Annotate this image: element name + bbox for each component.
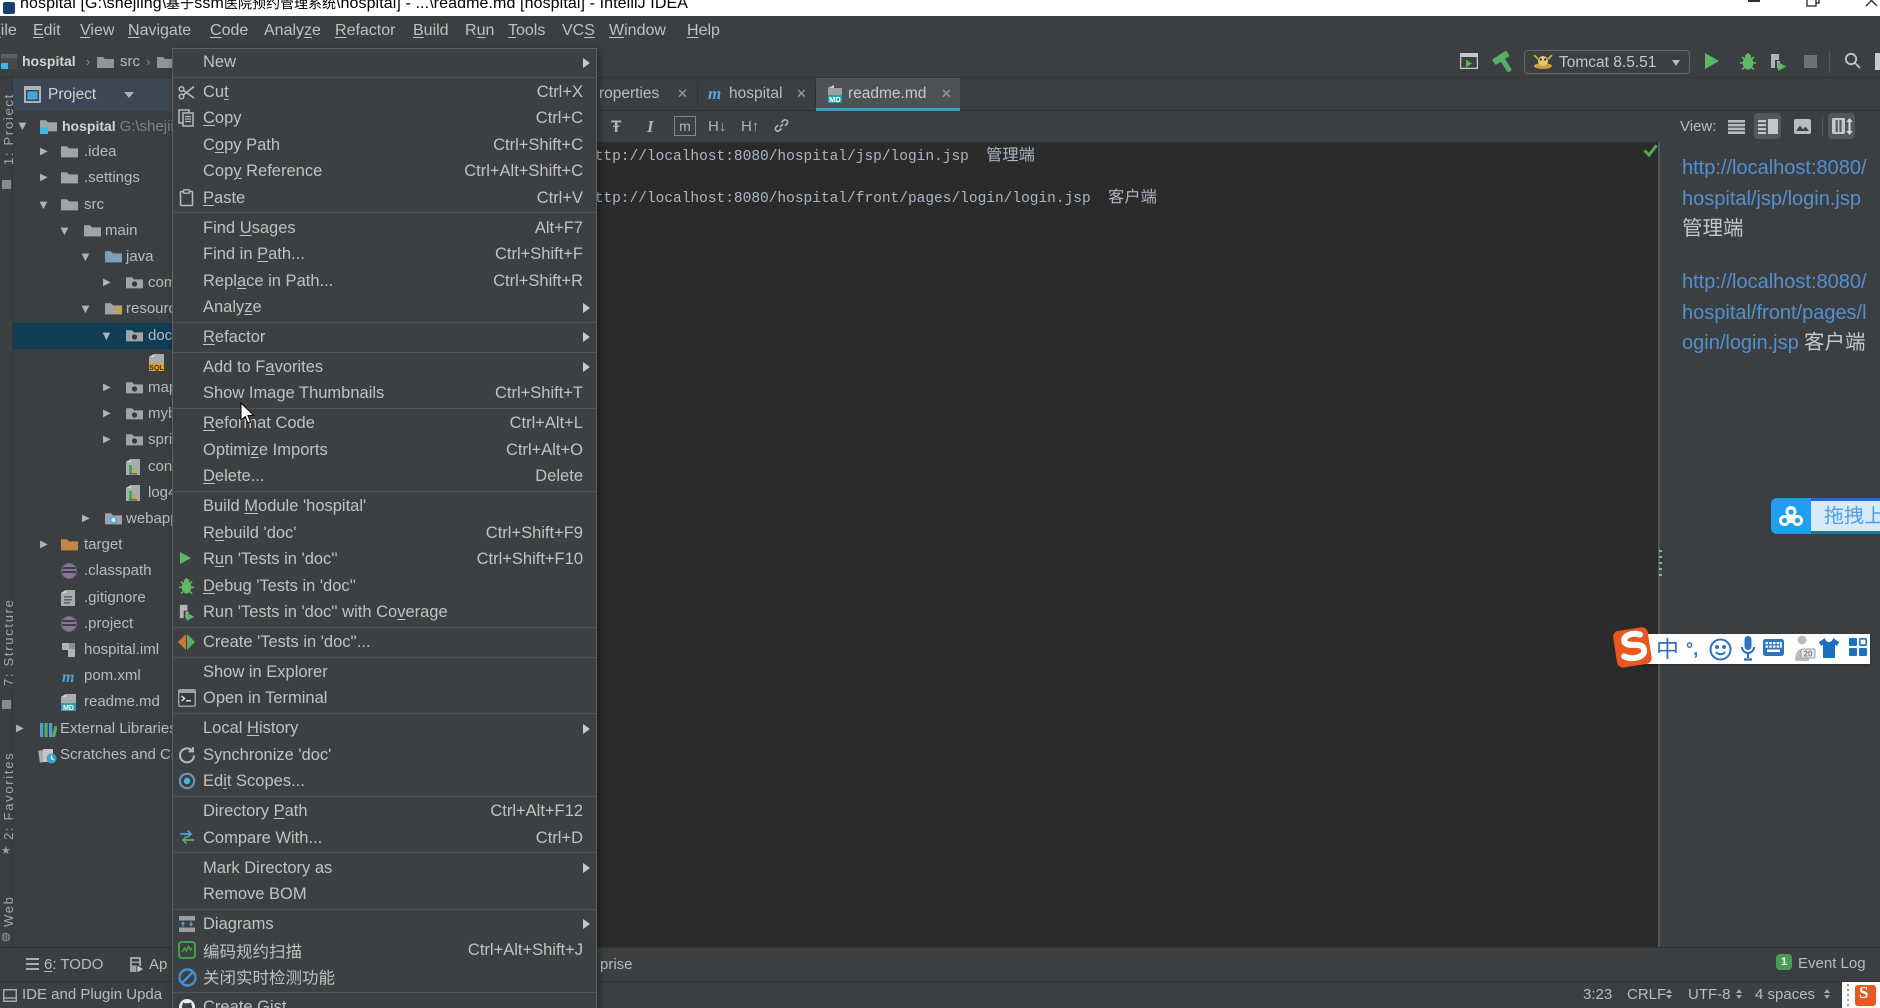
svg-text:20: 20 — [1804, 650, 1813, 659]
svg-text:MD: MD — [63, 705, 74, 711]
svg-text:MD: MD — [829, 95, 841, 104]
svg-text:SQL: SQL — [149, 365, 164, 372]
svg-text:m: m — [62, 669, 74, 685]
